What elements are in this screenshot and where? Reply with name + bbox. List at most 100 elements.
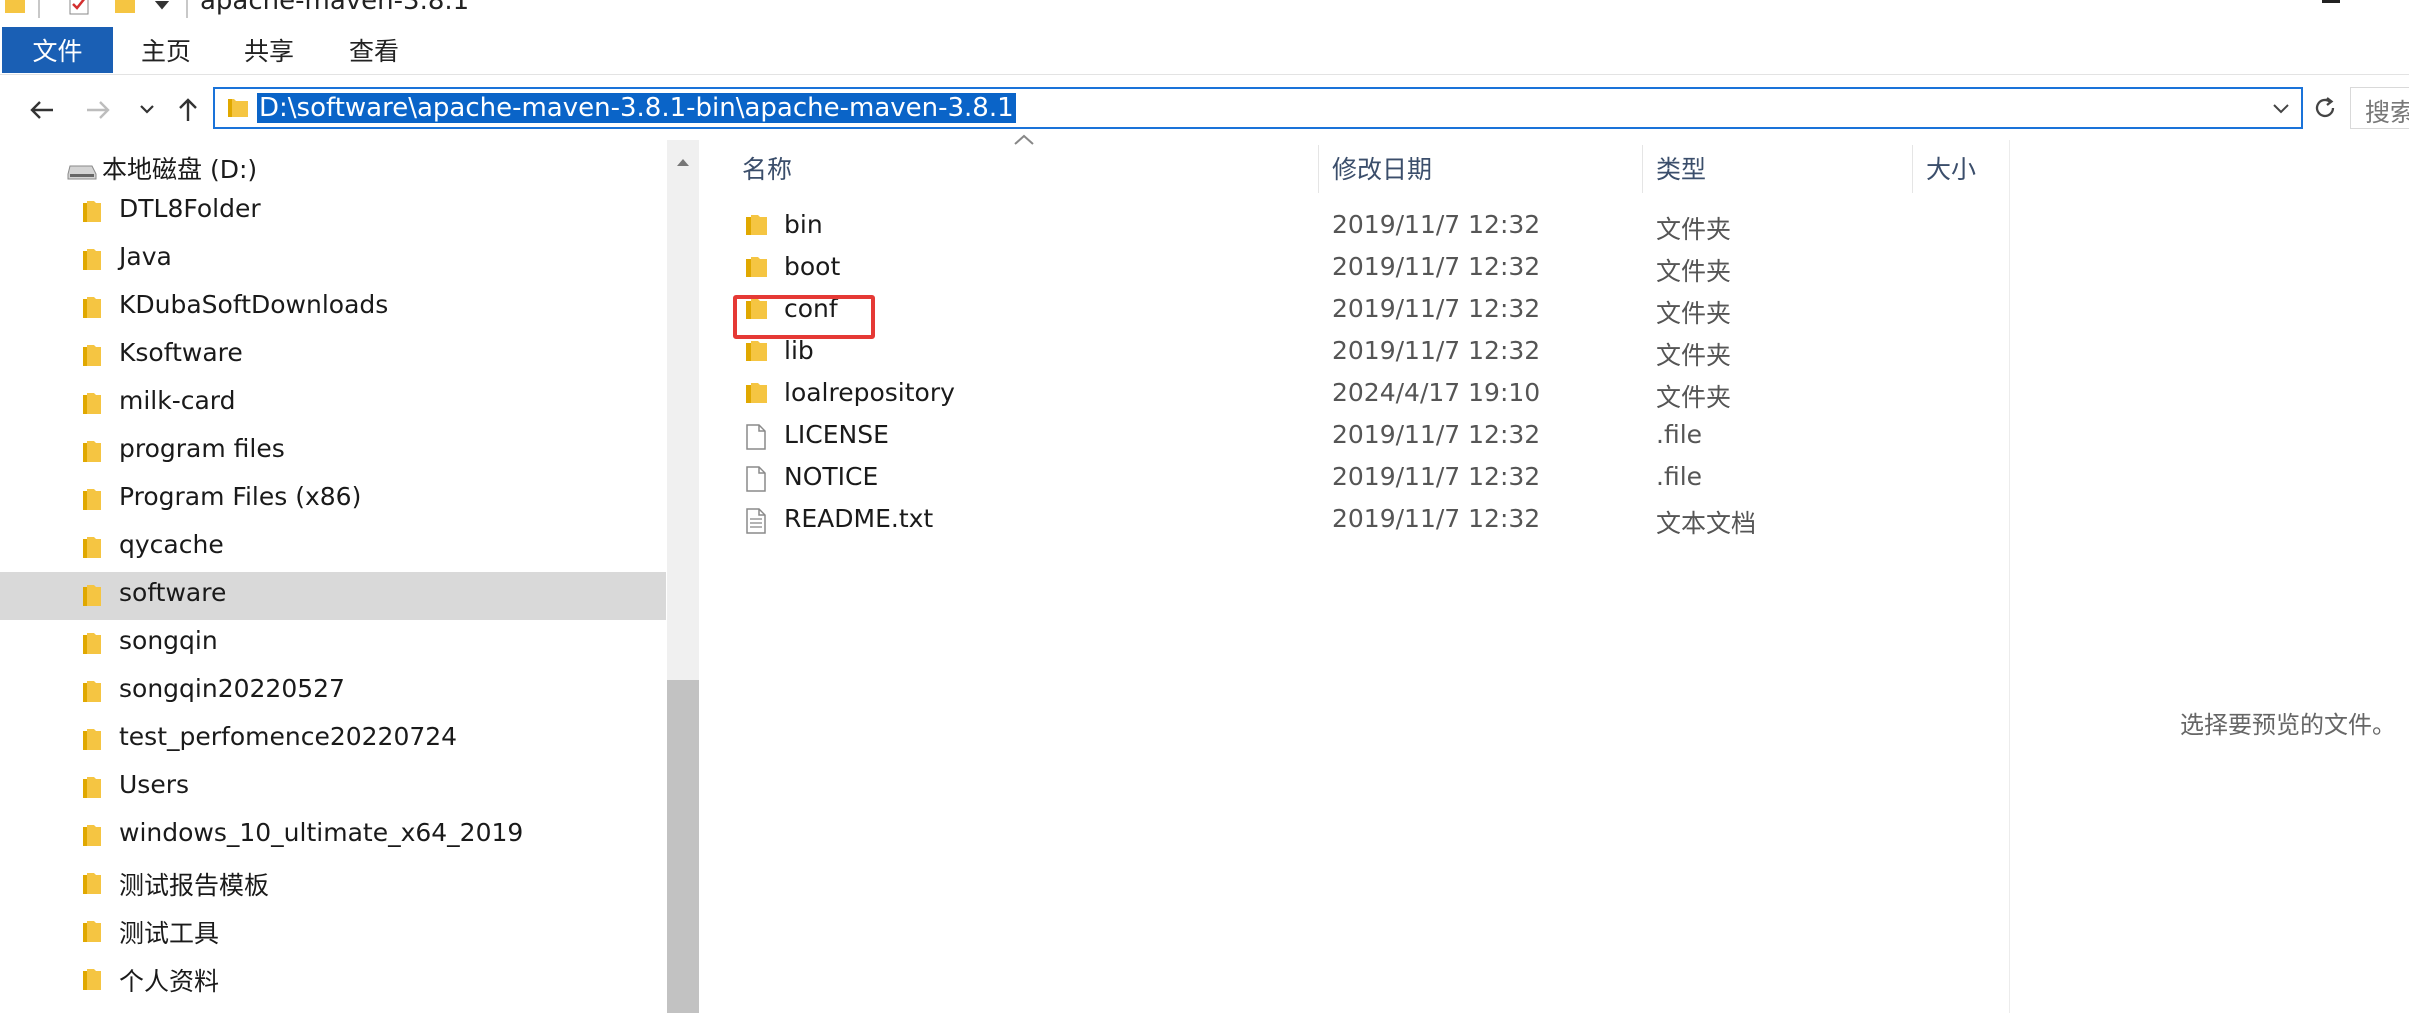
column-header-size[interactable]: 大小 [1926, 150, 1976, 186]
folder-icon [83, 681, 101, 707]
scroll-thumb[interactable] [667, 680, 699, 1013]
sidebar-item-label: test_perfomence20220724 [119, 722, 458, 751]
sidebar-item[interactable]: Users [0, 764, 666, 812]
file-row[interactable]: bin 2019/11/7 12:32 文件夹 [740, 207, 2006, 249]
recent-locations-button[interactable] [127, 92, 167, 128]
address-bar[interactable]: D:\software\apache-maven-3.8.1-bin\apach… [213, 87, 2303, 129]
file-type: 文件夹 [1656, 341, 1732, 370]
customize-chevron-icon[interactable] [152, 0, 172, 14]
column-header-type[interactable]: 类型 [1656, 150, 1706, 186]
nav-drive-label: 本地磁盘 (D:) [102, 155, 258, 184]
column-header-name[interactable]: 名称 [742, 150, 792, 186]
file-date: 2019/11/7 12:32 [1332, 252, 1541, 281]
file-date: 2024/4/17 19:10 [1332, 378, 1541, 407]
preview-message: 选择要预览的文件。 [2180, 711, 2396, 739]
sidebar-item[interactable]: program files [0, 428, 666, 476]
file-row[interactable]: LICENSE 2019/11/7 12:32 .file [740, 417, 2006, 459]
arrow-up-icon [179, 98, 197, 121]
forward-button[interactable] [78, 92, 118, 128]
minimize-button[interactable] [2322, 0, 2340, 3]
folder-icon [83, 345, 101, 371]
chevron-down-icon[interactable] [2271, 98, 2291, 118]
sidebar-item[interactable]: Java [0, 236, 666, 284]
column-divider[interactable] [1912, 145, 1913, 193]
refresh-button[interactable] [2306, 88, 2344, 128]
divider [0, 74, 2409, 75]
file-row[interactable]: lib 2019/11/7 12:32 文件夹 [740, 333, 2006, 375]
sidebar-item[interactable]: windows_10_ultimate_x64_2019 [0, 812, 666, 860]
refresh-icon [2315, 97, 2335, 118]
folder-icon [83, 969, 101, 995]
column-divider[interactable] [1318, 145, 1319, 193]
sidebar-item[interactable]: milk-card [0, 380, 666, 428]
sidebar-item-label: Program Files (x86) [119, 482, 362, 511]
back-button[interactable] [22, 92, 62, 128]
properties-icon[interactable] [68, 0, 92, 16]
sidebar-item-label: 个人资料 [119, 967, 220, 996]
nav-scrollbar[interactable] [667, 140, 699, 1013]
file-type: .file [1656, 420, 1703, 449]
sidebar-item[interactable]: Program Files (x86) [0, 476, 666, 524]
new-folder-icon[interactable] [114, 0, 136, 14]
file-name: bin [784, 210, 823, 239]
file-name: loalrepository [784, 378, 955, 407]
file-name: lib [784, 336, 814, 365]
tab-home[interactable]: 主页 [141, 27, 191, 73]
sidebar-item-label: windows_10_ultimate_x64_2019 [119, 818, 524, 847]
file-date: 2019/11/7 12:32 [1332, 504, 1541, 533]
chevron-down-icon [140, 105, 154, 114]
divider [186, 0, 188, 18]
up-button[interactable] [168, 92, 208, 128]
folder-icon [83, 537, 101, 563]
sidebar-item-label: milk-card [119, 386, 236, 415]
folder-icon [746, 214, 768, 240]
chevron-up-icon [677, 159, 689, 166]
title-bar: apache-maven-3.8.1 [0, 0, 2409, 22]
file-row[interactable]: loalrepository 2024/4/17 19:10 文件夹 [740, 375, 2006, 417]
sidebar-item[interactable]: Ksoftware [0, 332, 666, 380]
file-name: LICENSE [784, 420, 889, 449]
file-row[interactable]: conf 2019/11/7 12:32 文件夹 [740, 291, 2006, 333]
file-date: 2019/11/7 12:32 [1332, 462, 1541, 491]
sidebar-item[interactable]: KDubaSoftDownloads [0, 284, 666, 332]
sidebar-item[interactable]: 测试工具 [0, 908, 666, 956]
search-input[interactable]: 搜索 [2350, 87, 2409, 129]
tab-file[interactable]: 文件 [2, 27, 113, 73]
file-type: 文件夹 [1656, 383, 1732, 412]
tab-share[interactable]: 共享 [244, 27, 294, 73]
sort-ascending-icon [1014, 134, 1034, 145]
drive-icon [67, 165, 97, 180]
file-type: 文件夹 [1656, 215, 1732, 244]
sidebar-item-label: program files [119, 434, 285, 463]
file-row[interactable]: README.txt 2019/11/7 12:32 文本文档 [740, 501, 2006, 543]
sidebar-item[interactable]: 测试报告模板 [0, 860, 666, 908]
file-row[interactable]: boot 2019/11/7 12:32 文件夹 [740, 249, 2006, 291]
sidebar-item[interactable]: songqin [0, 620, 666, 668]
navigation-pane: 本地磁盘 (D:) DTL8Folder Java KDubaSoftDownloa… [0, 140, 666, 1013]
folder-icon [83, 777, 101, 803]
file-name: README.txt [784, 504, 934, 533]
file-icon [746, 466, 766, 496]
nav-item-drive-d[interactable]: 本地磁盘 (D:) [0, 140, 666, 190]
tab-view[interactable]: 查看 [349, 27, 399, 73]
sidebar-item[interactable]: software [0, 572, 666, 620]
preview-divider [2009, 140, 2010, 1013]
sidebar-item-label: qycache [119, 530, 224, 559]
sidebar-item[interactable]: qycache [0, 524, 666, 572]
file-type: 文件夹 [1656, 299, 1732, 328]
sidebar-item[interactable]: 个人资料 [0, 956, 666, 1004]
sidebar-item[interactable]: DTL8Folder [0, 188, 666, 236]
folder-icon [83, 729, 101, 755]
sidebar-item[interactable]: songqin20220527 [0, 668, 666, 716]
scroll-up-button[interactable] [667, 150, 699, 174]
arrow-right-icon [87, 101, 110, 119]
column-header-date[interactable]: 修改日期 [1332, 150, 1432, 186]
file-row[interactable]: NOTICE 2019/11/7 12:32 .file [740, 459, 2006, 501]
sidebar-item-label: software [119, 578, 227, 607]
address-path[interactable]: D:\software\apache-maven-3.8.1-bin\apach… [257, 93, 1016, 123]
sidebar-item[interactable]: test_perfomence20220724 [0, 716, 666, 764]
folder-icon [83, 921, 101, 947]
sidebar-item-label: 测试工具 [119, 919, 220, 948]
sidebar-item-label: songqin20220527 [119, 674, 345, 703]
column-divider[interactable] [1642, 145, 1643, 193]
